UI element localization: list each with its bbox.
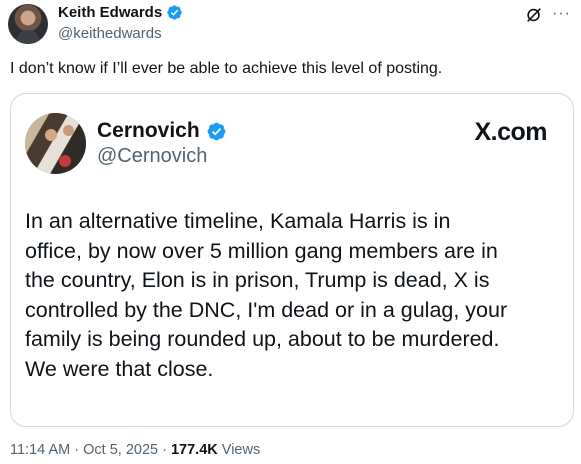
card-author-avatar bbox=[25, 113, 86, 174]
card-body-line: In an alternative timeline, Kamala Harri… bbox=[25, 209, 451, 233]
post-time[interactable]: 11:14 AM bbox=[10, 442, 70, 458]
verified-badge-icon bbox=[167, 5, 182, 20]
more-dots-icon[interactable]: ··· bbox=[552, 5, 571, 23]
author-handle[interactable]: @keithedwards bbox=[58, 25, 162, 42]
card-body-line: controlled by the DNC, I'm dead or in a … bbox=[25, 297, 508, 322]
card-author-handle: @Cernovich bbox=[97, 145, 208, 167]
card-author-name: Cernovich bbox=[97, 119, 200, 142]
author-name-row: Keith Edwards bbox=[58, 4, 183, 21]
meta-separator: · bbox=[162, 442, 167, 458]
author-avatar[interactable] bbox=[8, 4, 48, 44]
card-body-line: We were that close. bbox=[25, 356, 214, 381]
grok-icon[interactable] bbox=[525, 6, 543, 24]
meta-separator: · bbox=[74, 442, 80, 458]
card-name-row: Cernovich bbox=[97, 119, 227, 143]
views-count[interactable]: 177.4K bbox=[171, 442, 218, 458]
post-date[interactable]: Oct 5, 2025 bbox=[83, 442, 158, 458]
views-label: Views bbox=[221, 442, 261, 458]
card-verified-badge-icon bbox=[207, 122, 226, 140]
card-body-line: family is being rounded up, about to be … bbox=[25, 327, 500, 351]
embedded-post-card[interactable]: Cernovich @Cernovich X.com In an alterna… bbox=[10, 93, 574, 427]
post-header: Keith Edwards @keithedwards ··· bbox=[8, 2, 573, 48]
card-brand-logo: X.com bbox=[474, 118, 547, 146]
card-body-line: office, by now over 5 million gang membe… bbox=[25, 238, 498, 263]
author-name[interactable]: Keith Edwards bbox=[58, 4, 162, 21]
card-body-line: the country, Elon is in prison, Trump is… bbox=[25, 268, 490, 292]
post-text: I don’t know if I’ll ever be able to ach… bbox=[10, 60, 443, 77]
card-body-text: In an alternative timeline, Kamala Harri… bbox=[25, 207, 565, 384]
post-meta: 11:14 AM · Oct 5, 2025 · 177.4K Views bbox=[10, 442, 260, 458]
